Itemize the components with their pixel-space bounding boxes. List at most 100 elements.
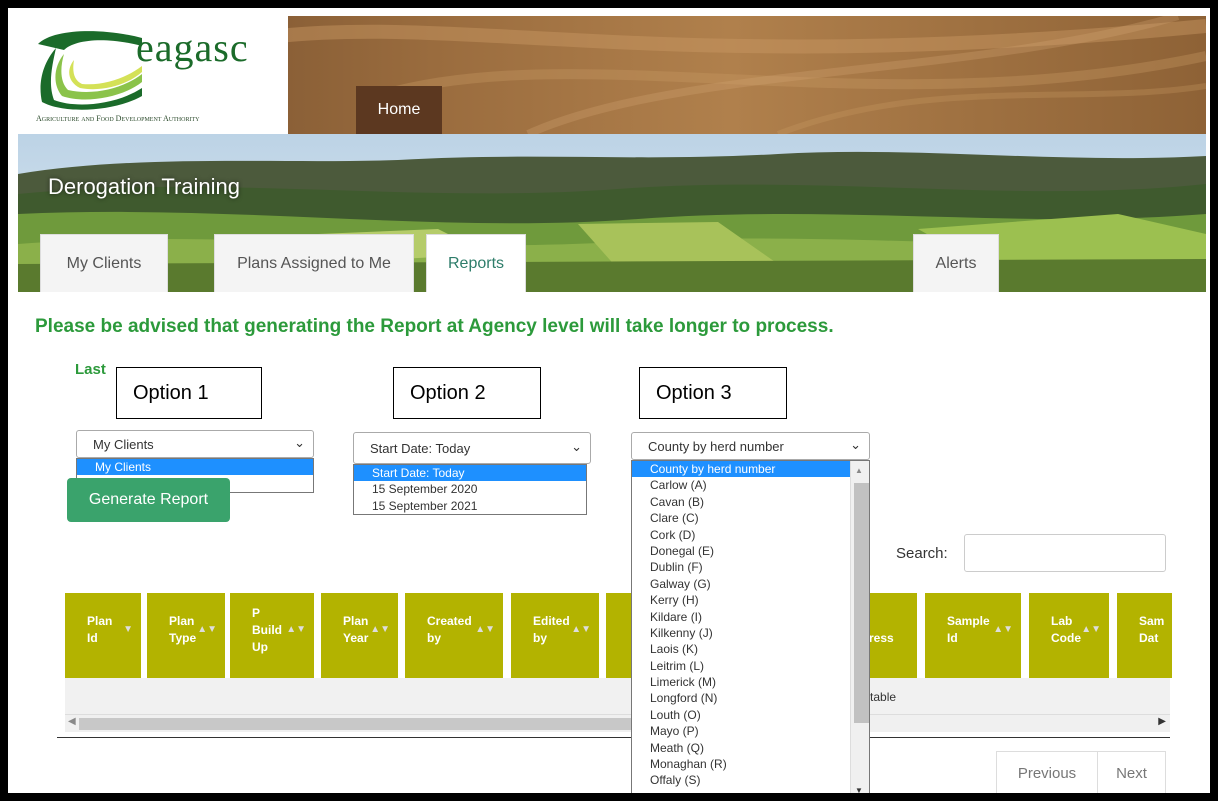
dropdown-option[interactable]: Dublin (F) — [632, 559, 869, 575]
client-scope-select[interactable]: My Clients ⌄ — [76, 430, 314, 458]
scrollbar-thumb[interactable] — [854, 483, 869, 723]
col-created-by[interactable]: Created by ▲▼ — [405, 593, 503, 678]
dropdown-option[interactable]: Kerry (H) — [632, 592, 869, 608]
col-text: Plan — [343, 614, 369, 628]
col-sample-date[interactable]: Sam Dat — [1117, 593, 1172, 678]
sort-icon: ▲▼ — [370, 624, 390, 635]
col-text: by — [427, 631, 442, 645]
dropdown-option[interactable]: Louth (O) — [632, 707, 869, 723]
option-2-callout: Option 2 — [393, 367, 541, 419]
dropdown-option[interactable]: Clare (C) — [632, 510, 869, 526]
scroll-down-icon[interactable]: ▼ — [855, 783, 863, 793]
option-3-callout: Option 3 — [639, 367, 787, 419]
col-text: Id — [947, 631, 958, 645]
county-dropdown: County by herd number Carlow (A) Cavan (… — [631, 460, 870, 793]
sort-icon: ▲▼ — [571, 624, 591, 635]
teagasc-t-logo-icon — [38, 31, 142, 110]
dropdown-option[interactable]: 15 September 2021 — [354, 498, 586, 514]
chevron-down-icon: ⌄ — [571, 439, 582, 454]
col-text: by — [533, 631, 548, 645]
col-text: Year — [343, 631, 369, 645]
chevron-down-icon: ⌄ — [294, 435, 305, 450]
tab-plans-assigned[interactable]: Plans Assigned to Me — [214, 234, 414, 292]
dropdown-option[interactable]: County by herd number — [632, 461, 869, 478]
col-lab-code[interactable]: Lab Code ▲▼ — [1029, 593, 1109, 678]
county-select[interactable]: County by herd number ⌄ — [631, 432, 870, 460]
col-text: Build — [252, 623, 282, 637]
agency-notice: Please be advised that generating the Re… — [35, 316, 834, 337]
col-plan-year[interactable]: Plan Year ▲▼ — [321, 593, 398, 678]
dropdown-option[interactable]: Mayo (P) — [632, 723, 869, 739]
browser-frame: eagasc Agriculture and Food Development … — [5, 5, 1213, 796]
dropdown-option[interactable]: Leitrim (L) — [632, 658, 869, 674]
dropdown-option[interactable]: Cavan (B) — [632, 494, 869, 510]
dropdown-option[interactable]: Kilkenny (J) — [632, 625, 869, 641]
col-text: Dat — [1139, 631, 1159, 645]
county-value: County by herd number — [648, 438, 784, 454]
dropdown-option[interactable]: My Clients — [77, 459, 313, 476]
landscape-banner: Derogation Training My Clients Plans Ass… — [18, 134, 1206, 292]
dropdown-option[interactable]: Start Date: Today — [354, 465, 586, 482]
dropdown-option[interactable]: Laois (K) — [632, 641, 869, 657]
col-text: P — [252, 606, 261, 620]
sort-icon: ▲▼ — [286, 624, 306, 635]
last-label: Last — [75, 361, 106, 378]
teagasc-logo[interactable]: eagasc Agriculture and Food Development … — [18, 16, 288, 134]
dropdown-option[interactable]: Donegal (E) — [632, 543, 869, 559]
col-plan-id[interactable]: Plan Id ▼ — [65, 593, 141, 678]
col-text: Edited — [533, 614, 570, 628]
col-text: Sam — [1139, 614, 1165, 628]
tab-my-clients[interactable]: My Clients — [40, 234, 168, 292]
previous-page-button[interactable]: Previous — [996, 751, 1098, 793]
tab-reports[interactable]: Reports — [426, 234, 526, 292]
site-header: eagasc Agriculture and Food Development … — [18, 16, 1206, 134]
nav-home-tab[interactable]: Home — [356, 86, 442, 134]
tab-alerts[interactable]: Alerts — [913, 234, 999, 292]
scrollbar-thumb[interactable] — [79, 718, 639, 730]
dropdown-option[interactable]: Kildare (I) — [632, 609, 869, 625]
start-date-select[interactable]: Start Date: Today ⌄ — [353, 432, 591, 464]
scroll-up-icon[interactable]: ▲ — [855, 463, 863, 479]
col-text: ress — [869, 631, 894, 645]
table-bottom-border — [57, 737, 1170, 738]
col-text: Plan — [87, 614, 113, 628]
chevron-down-icon: ⌄ — [850, 437, 861, 452]
generate-report-button[interactable]: Generate Report — [67, 478, 230, 522]
search-input[interactable] — [964, 534, 1166, 572]
col-text: Code — [1051, 631, 1081, 645]
sort-desc-icon: ▼ — [123, 624, 133, 635]
col-text: Plan — [169, 614, 195, 628]
dropdown-option[interactable]: Monaghan (R) — [632, 756, 869, 772]
dropdown-option[interactable]: Limerick (M) — [632, 674, 869, 690]
sort-icon: ▲▼ — [197, 624, 217, 635]
dropdown-option[interactable]: Carlow (A) — [632, 477, 869, 493]
sort-icon: ▲▼ — [1081, 624, 1101, 635]
search-label: Search: — [896, 545, 948, 562]
sort-icon: ▲▼ — [993, 624, 1013, 635]
col-text: Type — [169, 631, 197, 645]
landscape-image — [18, 134, 1206, 292]
col-sample-id[interactable]: Sample Id ▲▼ — [925, 593, 1021, 678]
client-scope-value: My Clients — [93, 436, 154, 452]
col-edited-by[interactable]: Edited by ▲▼ — [511, 593, 599, 678]
dropdown-option[interactable]: Meath (Q) — [632, 740, 869, 756]
start-date-value: Start Date: Today — [370, 440, 471, 456]
col-address[interactable]: ress — [863, 593, 917, 678]
option-1-callout: Option 1 — [116, 367, 262, 419]
dropdown-option[interactable]: Offaly (S) — [632, 772, 869, 788]
table-horizontal-scrollbar[interactable]: ◀ ▶ — [65, 714, 1170, 732]
county-dropdown-scrollbar[interactable]: ▲ ▼ — [850, 461, 869, 793]
col-plan-type[interactable]: Plan Type ▲▼ — [147, 593, 225, 678]
dropdown-option[interactable]: 15 September 2020 — [354, 481, 586, 497]
col-p-build-up[interactable]: P Build Up ▲▼ — [230, 593, 314, 678]
scroll-right-icon[interactable]: ▶ — [1158, 716, 1166, 727]
sort-icon: ▲▼ — [475, 624, 495, 635]
next-page-button[interactable]: Next — [1097, 751, 1166, 793]
col-text: Lab — [1051, 614, 1073, 628]
col-text: Id — [87, 631, 98, 645]
dropdown-option[interactable]: Galway (G) — [632, 576, 869, 592]
scroll-left-icon[interactable]: ◀ — [68, 716, 76, 727]
dropdown-option[interactable]: Cork (D) — [632, 527, 869, 543]
dropdown-option[interactable]: Longford (N) — [632, 690, 869, 706]
col-text: Created — [427, 614, 472, 628]
